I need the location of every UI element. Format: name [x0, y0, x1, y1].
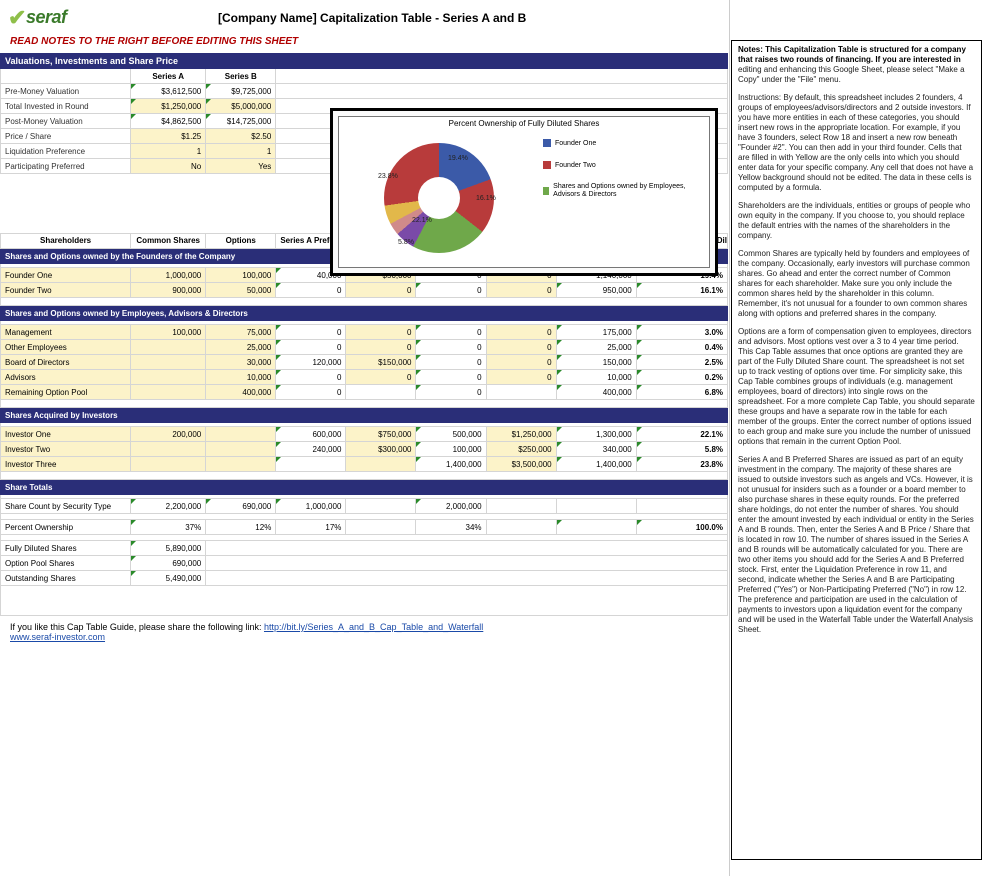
cell-totalinv-a[interactable]: $1,250,000 [131, 99, 206, 114]
chart-legend: Founder One Founder Two Shares and Optio… [539, 117, 709, 267]
cell-totalinv-b[interactable]: $5,000,000 [206, 99, 276, 114]
sub-employees: Shares and Options owned by Employees, A… [1, 306, 728, 321]
table-row: Remaining Option Pool400,00000400,0006.8… [1, 385, 728, 400]
table-row: Management100,00075,0000000175,0003.0% [1, 325, 728, 340]
notes-panel: Notes: This Capitalization Table is stru… [731, 40, 982, 860]
legend-swatch-icon [543, 187, 549, 195]
read-notes-warning: READ NOTES TO THE RIGHT BEFORE EDITING T… [0, 34, 729, 53]
table-row: Investor Three1,400,000$3,500,0001,400,0… [1, 457, 728, 472]
cell-liqpref-a[interactable]: 1 [131, 144, 206, 159]
row-liqpref-label: Liquidation Preference [1, 144, 131, 159]
cell-partpref-b[interactable]: Yes [206, 159, 276, 174]
footer-links: If you like this Cap Table Guide, please… [0, 616, 729, 648]
table-row: Other Employees25,000000025,0000.4% [1, 340, 728, 355]
seraf-link[interactable]: www.seraf-investor.com [10, 632, 105, 642]
legend-swatch-icon [543, 139, 551, 147]
cell-premoney-a[interactable]: $3,612,500 [131, 84, 206, 99]
table-row: Founder Two 900,000 50,000 0 0 0 0 950,0… [1, 283, 728, 298]
sub-totals: Share Totals [1, 480, 728, 495]
cell-liqpref-b[interactable]: 1 [206, 144, 276, 159]
table-row: Investor One200,000600,000$750,000500,00… [1, 427, 728, 442]
cell-partpref-a[interactable]: No [131, 159, 206, 174]
logo: ✔seraf [8, 5, 128, 31]
table-row: Outstanding Shares5,490,000 [1, 571, 728, 586]
table-row: Investor Two240,000$300,000100,000$250,0… [1, 442, 728, 457]
col-series-a: Series A [131, 69, 206, 84]
row-premoney-label: Pre-Money Valuation [1, 84, 131, 99]
table-row: Option Pool Shares690,000 [1, 556, 728, 571]
sub-investors: Shares Acquired by Investors [1, 408, 728, 423]
spreadsheet-main: ✔seraf [Company Name] Capitalization Tab… [0, 0, 730, 876]
hdr-common: Common Shares [131, 234, 206, 249]
row-totalinv-label: Total Invested in Round [1, 99, 131, 114]
section-valuations: Valuations, Investments and Share Price [1, 54, 728, 69]
cell-postmoney-b[interactable]: $14,725,000 [206, 114, 276, 129]
cell-price-a[interactable]: $1.25 [131, 129, 206, 144]
table-row: Board of Directors30,000120,000$150,0000… [1, 355, 728, 370]
cell-premoney-b[interactable]: $9,725,000 [206, 84, 276, 99]
legend-swatch-icon [543, 161, 551, 169]
ownership-chart: Percent Ownership of Fully Diluted Share… [330, 108, 718, 276]
pie-chart: 19.4% 16.1% 22.1% 23.8% 5.8% [384, 143, 494, 253]
table-row: Share Count by Security Type2,200,000690… [1, 499, 728, 514]
hdr-options: Options [206, 234, 276, 249]
row-postmoney-label: Post-Money Valuation [1, 114, 131, 129]
table-row: Advisors10,000000010,0000.2% [1, 370, 728, 385]
header-row: ✔seraf [Company Name] Capitalization Tab… [0, 0, 729, 34]
table-row: Percent Ownership37%12%17%34%100.0% [1, 520, 728, 535]
page-title: [Company Name] Capitalization Table - Se… [218, 11, 526, 25]
row-price-label: Price / Share [1, 129, 131, 144]
cell-postmoney-a[interactable]: $4,862,500 [131, 114, 206, 129]
share-link[interactable]: http://bit.ly/Series_A_and_B_Cap_Table_a… [264, 622, 483, 632]
cell-price-b[interactable]: $2.50 [206, 129, 276, 144]
table-row: Fully Diluted Shares5,890,000 [1, 541, 728, 556]
row-partpref-label: Participating Preferred [1, 159, 131, 174]
col-series-b: Series B [206, 69, 276, 84]
hdr-shareholders: Shareholders [1, 234, 131, 249]
